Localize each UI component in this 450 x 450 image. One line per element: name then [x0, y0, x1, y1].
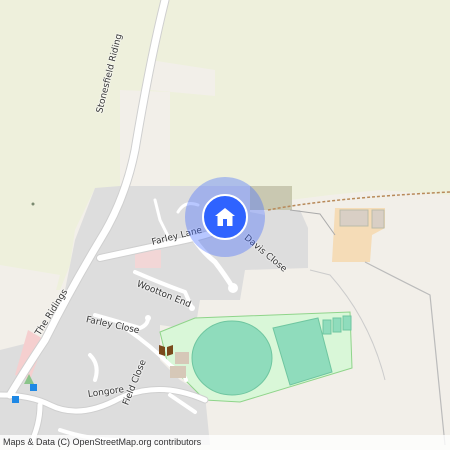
building: [175, 352, 189, 364]
pitch: [322, 319, 332, 335]
pitch: [332, 317, 342, 333]
map-view[interactable]: Stonesfield Riding Farley Lane Davis Clo…: [0, 0, 450, 450]
map-dot: [31, 202, 35, 206]
pitch: [191, 320, 273, 396]
building: [170, 366, 186, 378]
home-marker-button[interactable]: [202, 194, 248, 240]
home-location-marker[interactable]: [185, 177, 265, 257]
bus-stop-icon[interactable]: [30, 384, 38, 392]
home-icon: [215, 208, 235, 226]
building: [371, 209, 385, 229]
turning-circle: [145, 315, 151, 321]
library-icon[interactable]: [158, 343, 174, 357]
map-attribution[interactable]: Maps & Data (C) OpenStreetMap.org contri…: [0, 435, 450, 450]
tree-icon: [24, 374, 34, 384]
turning-circle: [228, 283, 238, 293]
bus-stop-icon[interactable]: [12, 396, 20, 404]
pitch: [342, 315, 352, 331]
building: [339, 209, 369, 227]
